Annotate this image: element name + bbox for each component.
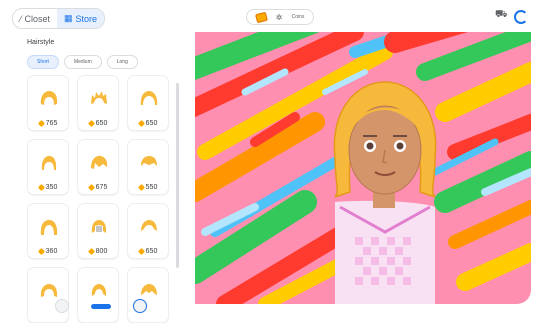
avatar-scene [195,32,531,304]
hairstyle-icon [41,156,57,170]
hairstyle-icon [40,91,58,105]
hairstyle-grid: 765 650 650 350 675 550 360 800 650 [27,75,169,323]
hairstyle-card[interactable]: 350 [27,139,69,195]
price-tag: 800 [78,247,118,256]
price-value: 350 [45,184,58,191]
filter-medium[interactable]: Medium [63,55,102,69]
price-value: 550 [145,184,158,191]
price-tag: 765 [28,119,68,128]
hairstyle-icon [91,155,108,169]
price-tag: 550 [128,183,168,192]
price-tag: 650 [78,119,118,128]
bottom-controls [55,299,147,313]
tab-store[interactable]: ▦ Store [57,9,105,28]
hanger-icon: ⁄ [20,13,22,24]
prev-button[interactable] [55,299,69,313]
category-title: Hairstyle [27,39,55,46]
page-indicator [91,303,111,309]
scrollbar[interactable] [176,83,179,268]
tab-closet[interactable]: ⁄ Closet [13,9,57,28]
coin-icon [87,183,95,192]
closet-store-toggle: ⁄ Closet ▦ Store [12,8,106,29]
coin-icon [137,119,145,128]
coin-icon [87,119,95,128]
coin-icon [137,183,145,192]
price-value: 650 [145,248,158,255]
hairstyle-card[interactable]: 360 [27,203,69,259]
hairstyle-icon [40,220,58,235]
coins-label: Coins [291,14,305,20]
hairstyle-card[interactable] [77,267,119,323]
grid-icon: ▦ [64,13,73,23]
hairstyle-icon [91,91,107,104]
hairstyle-card[interactable] [127,267,169,323]
hairstyle-icon [141,220,157,231]
price-tag: 650 [128,247,168,256]
filter-long[interactable]: Long [106,55,138,69]
top-bar: ⁄ Closet ▦ Store ✲ Coins ⛟ [0,0,541,32]
price-tag: 350 [28,183,68,192]
hairstyle-icon [141,156,157,166]
hairstyle-card[interactable]: 800 [77,203,119,259]
hairstyle-card[interactable] [27,267,69,323]
cart-icon[interactable]: ⛟ [495,9,508,22]
tab-closet-label: Closet [24,13,51,24]
gear-icon: ✲ [275,12,283,22]
coin-icon [87,247,95,256]
hairstyle-card[interactable]: 550 [127,139,169,195]
price-value: 650 [95,120,108,127]
price-value: 765 [45,120,58,127]
filter-short[interactable]: Short [27,55,59,69]
price-value: 800 [95,248,108,255]
hairstyle-icon [91,220,107,233]
refresh-icon[interactable] [514,10,528,24]
avatar-preview [195,32,531,304]
hairstyle-card[interactable]: 650 [127,203,169,259]
next-button[interactable] [133,299,147,313]
coin-icon [37,119,45,128]
price-tag: 675 [78,183,118,192]
length-filters: Short Medium Long [27,55,138,69]
price-value: 360 [45,248,58,255]
hairstyle-card[interactable]: 650 [77,75,119,131]
hairstyle-card[interactable]: 675 [77,139,119,195]
coin-icon [254,11,268,23]
price-tag: 650 [128,119,168,128]
price-value: 650 [145,120,158,127]
coin-icon [137,247,145,256]
tab-store-label: Store [75,13,98,24]
price-value: 675 [95,184,108,191]
hairstyle-card[interactable]: 650 [127,75,169,131]
coins-balance[interactable]: ✲ Coins [246,9,314,25]
hairstyle-card[interactable]: 765 [27,75,69,131]
coin-icon [37,183,45,192]
hairstyle-icon [140,91,158,105]
coin-icon [37,247,45,256]
price-tag: 360 [28,247,68,256]
